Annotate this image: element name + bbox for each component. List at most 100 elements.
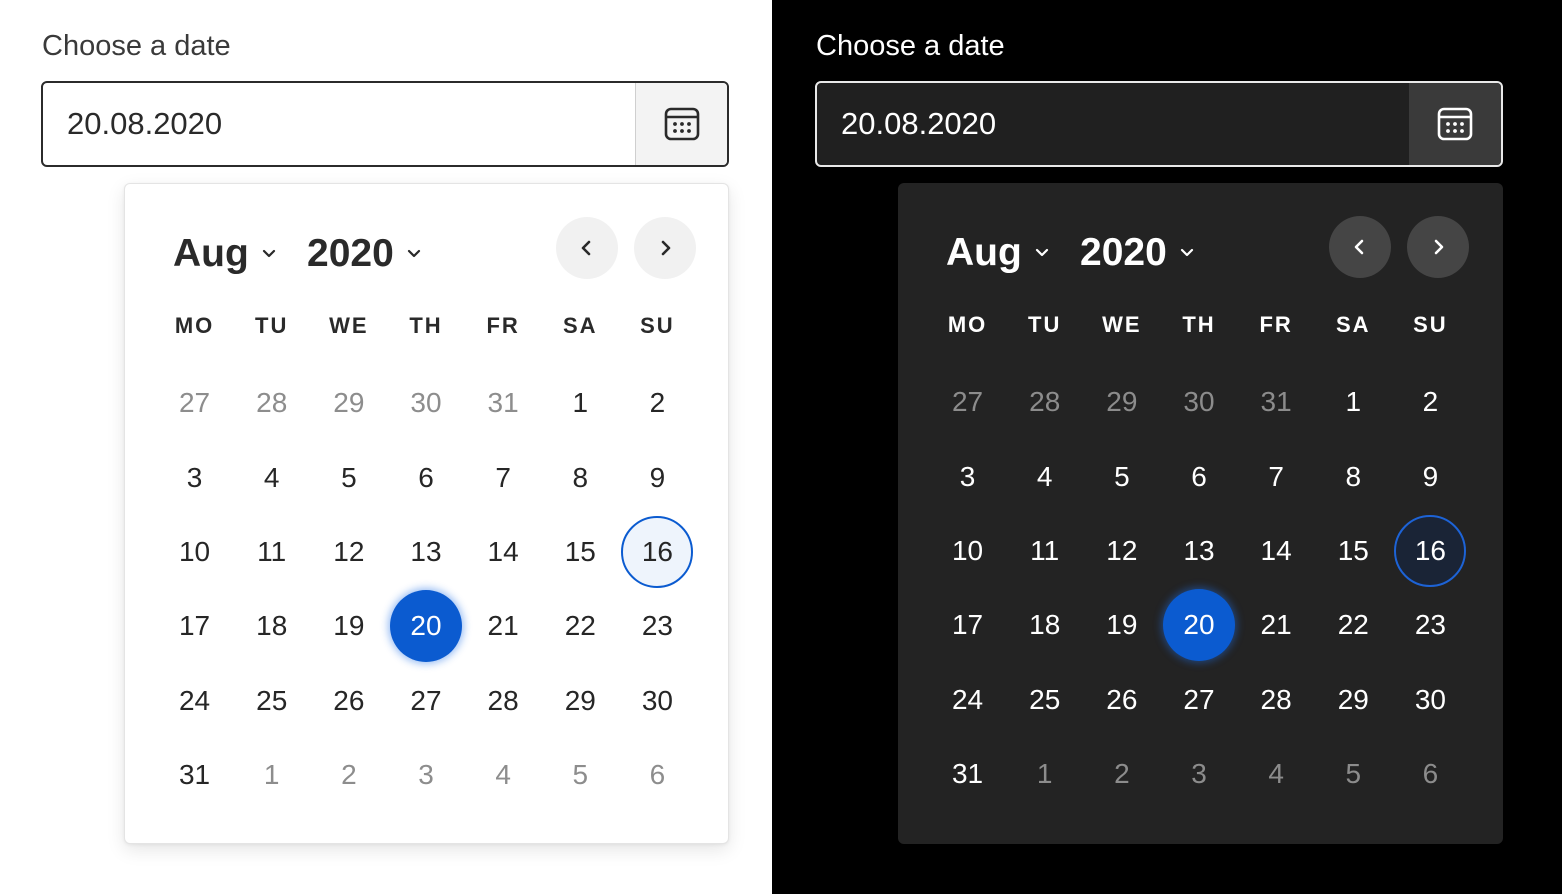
calendar-day[interactable]: 14 bbox=[1238, 514, 1315, 588]
calendar-day-outside-month[interactable]: 1 bbox=[233, 738, 310, 812]
calendar-day-outside-month[interactable]: 31 bbox=[465, 366, 542, 440]
calendar-day[interactable]: 27 bbox=[1160, 663, 1237, 737]
calendar-day-selected[interactable]: 20 bbox=[387, 589, 464, 663]
calendar-day[interactable]: 1 bbox=[542, 366, 619, 440]
calendar-day[interactable]: 10 bbox=[156, 515, 233, 589]
calendar-day[interactable]: 9 bbox=[619, 440, 696, 514]
calendar-day[interactable]: 31 bbox=[929, 737, 1006, 811]
calendar-day-outside-month[interactable]: 3 bbox=[387, 738, 464, 812]
calendar-day-outside-month[interactable]: 1 bbox=[1006, 737, 1083, 811]
calendar-day-outside-month[interactable]: 28 bbox=[233, 366, 310, 440]
calendar-day[interactable]: 4 bbox=[1006, 439, 1083, 513]
day-number: 25 bbox=[256, 684, 288, 716]
calendar-day-today[interactable]: 16 bbox=[619, 515, 696, 589]
calendar-day-outside-month[interactable]: 29 bbox=[310, 366, 387, 440]
calendar-day-outside-month[interactable]: 4 bbox=[1238, 737, 1315, 811]
calendar-day-outside-month[interactable]: 30 bbox=[1160, 365, 1237, 439]
calendar-day[interactable]: 25 bbox=[233, 664, 310, 738]
calendar-day[interactable]: 15 bbox=[542, 515, 619, 589]
calendar-day[interactable]: 8 bbox=[542, 440, 619, 514]
calendar-day[interactable]: 2 bbox=[1392, 365, 1469, 439]
calendar-day[interactable]: 19 bbox=[1083, 588, 1160, 662]
calendar-day[interactable]: 24 bbox=[156, 664, 233, 738]
calendar-day[interactable]: 30 bbox=[619, 664, 696, 738]
calendar-day[interactable]: 29 bbox=[542, 664, 619, 738]
previous-month-button[interactable] bbox=[556, 217, 618, 279]
calendar-day[interactable]: 17 bbox=[929, 588, 1006, 662]
calendar-day-outside-month[interactable]: 28 bbox=[1006, 365, 1083, 439]
calendar-day[interactable]: 30 bbox=[1392, 663, 1469, 737]
calendar-day[interactable]: 14 bbox=[465, 515, 542, 589]
calendar-day[interactable]: 13 bbox=[1160, 514, 1237, 588]
calendar-day[interactable]: 21 bbox=[1238, 588, 1315, 662]
calendar-day-outside-month[interactable]: 2 bbox=[310, 738, 387, 812]
open-calendar-button[interactable] bbox=[635, 83, 727, 165]
calendar-day[interactable]: 26 bbox=[1083, 663, 1160, 737]
calendar-day[interactable]: 13 bbox=[387, 515, 464, 589]
calendar-day[interactable]: 6 bbox=[1160, 439, 1237, 513]
calendar-day[interactable]: 18 bbox=[233, 589, 310, 663]
year-select[interactable]: 2020 bbox=[307, 232, 422, 276]
calendar-day-outside-month[interactable]: 30 bbox=[387, 366, 464, 440]
calendar-day[interactable]: 25 bbox=[1006, 663, 1083, 737]
calendar-day[interactable]: 26 bbox=[310, 664, 387, 738]
calendar-day[interactable]: 7 bbox=[1238, 439, 1315, 513]
calendar-day[interactable]: 21 bbox=[465, 589, 542, 663]
calendar-day-outside-month[interactable]: 29 bbox=[1083, 365, 1160, 439]
calendar-day[interactable]: 23 bbox=[619, 589, 696, 663]
next-month-button[interactable] bbox=[1407, 216, 1469, 278]
calendar-day[interactable]: 10 bbox=[929, 514, 1006, 588]
calendar-day-outside-month[interactable]: 6 bbox=[619, 738, 696, 812]
calendar-day[interactable]: 28 bbox=[465, 664, 542, 738]
chevron-down-icon bbox=[261, 248, 277, 260]
calendar-day[interactable]: 31 bbox=[156, 738, 233, 812]
calendar-day[interactable]: 24 bbox=[929, 663, 1006, 737]
calendar-day[interactable]: 3 bbox=[156, 440, 233, 514]
calendar-day[interactable]: 18 bbox=[1006, 588, 1083, 662]
calendar-day[interactable]: 4 bbox=[233, 440, 310, 514]
calendar-day[interactable]: 12 bbox=[1083, 514, 1160, 588]
calendar-day[interactable]: 27 bbox=[387, 664, 464, 738]
calendar-day[interactable]: 22 bbox=[1315, 588, 1392, 662]
calendar-day-outside-month[interactable]: 27 bbox=[929, 365, 1006, 439]
open-calendar-button[interactable] bbox=[1409, 83, 1501, 165]
calendar-day[interactable]: 5 bbox=[310, 440, 387, 514]
next-month-button[interactable] bbox=[634, 217, 696, 279]
year-select[interactable]: 2020 bbox=[1080, 231, 1195, 275]
calendar-day-outside-month[interactable]: 6 bbox=[1392, 737, 1469, 811]
calendar-day[interactable]: 28 bbox=[1238, 663, 1315, 737]
calendar-day[interactable]: 22 bbox=[542, 589, 619, 663]
calendar-day[interactable]: 7 bbox=[465, 440, 542, 514]
date-input[interactable] bbox=[817, 83, 1409, 165]
calendar-day[interactable]: 19 bbox=[310, 589, 387, 663]
day-number: 16 bbox=[641, 535, 673, 567]
calendar-day[interactable]: 23 bbox=[1392, 588, 1469, 662]
calendar-day[interactable]: 9 bbox=[1392, 439, 1469, 513]
calendar-day[interactable]: 5 bbox=[1083, 439, 1160, 513]
calendar-day-selected[interactable]: 20 bbox=[1160, 588, 1237, 662]
calendar-day[interactable]: 1 bbox=[1315, 365, 1392, 439]
calendar-day[interactable]: 8 bbox=[1315, 439, 1392, 513]
previous-month-button[interactable] bbox=[1329, 216, 1391, 278]
calendar-day-outside-month[interactable]: 5 bbox=[1315, 737, 1392, 811]
date-input[interactable] bbox=[43, 83, 635, 165]
calendar-day[interactable]: 3 bbox=[929, 439, 1006, 513]
day-number: 2 bbox=[1114, 758, 1130, 790]
calendar-day-today[interactable]: 16 bbox=[1392, 514, 1469, 588]
calendar-day[interactable]: 29 bbox=[1315, 663, 1392, 737]
calendar-day[interactable]: 11 bbox=[233, 515, 310, 589]
calendar-day[interactable]: 11 bbox=[1006, 514, 1083, 588]
calendar-day[interactable]: 12 bbox=[310, 515, 387, 589]
calendar-day[interactable]: 2 bbox=[619, 366, 696, 440]
calendar-day[interactable]: 15 bbox=[1315, 514, 1392, 588]
calendar-day[interactable]: 6 bbox=[387, 440, 464, 514]
calendar-day-outside-month[interactable]: 31 bbox=[1238, 365, 1315, 439]
calendar-day-outside-month[interactable]: 5 bbox=[542, 738, 619, 812]
month-select[interactable]: Aug bbox=[173, 232, 277, 276]
calendar-day[interactable]: 17 bbox=[156, 589, 233, 663]
calendar-day-outside-month[interactable]: 27 bbox=[156, 366, 233, 440]
calendar-day-outside-month[interactable]: 4 bbox=[465, 738, 542, 812]
month-select[interactable]: Aug bbox=[946, 231, 1050, 275]
calendar-day-outside-month[interactable]: 3 bbox=[1160, 737, 1237, 811]
calendar-day-outside-month[interactable]: 2 bbox=[1083, 737, 1160, 811]
